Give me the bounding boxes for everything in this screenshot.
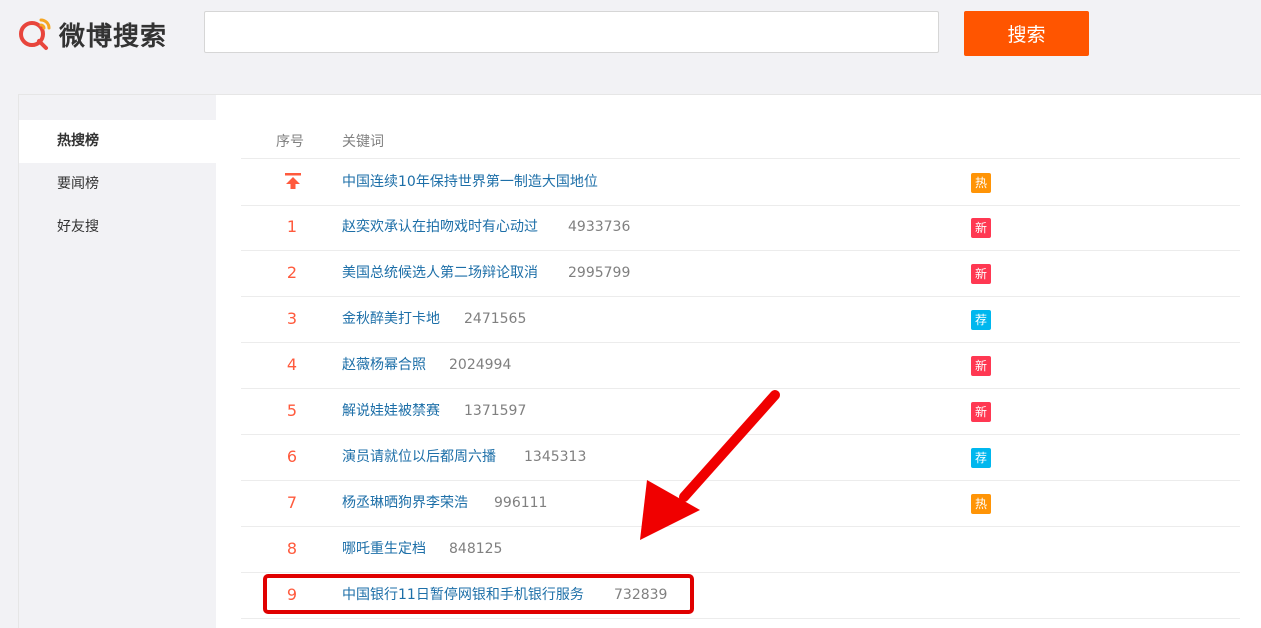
annotation-arrow xyxy=(640,390,780,540)
